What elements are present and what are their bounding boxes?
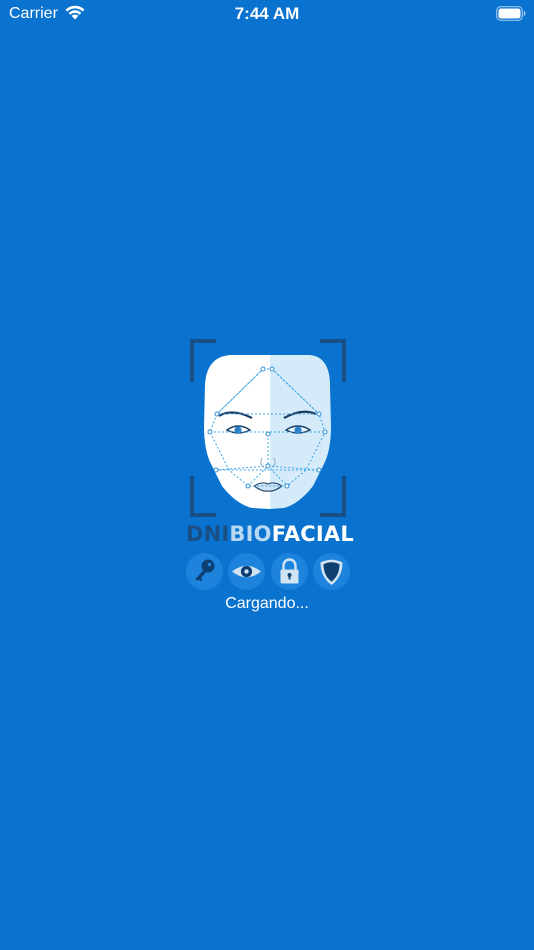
brand-dni: DNI — [186, 522, 230, 546]
loading-label: Cargando... — [225, 595, 309, 612]
status-time: 7:44 AM — [234, 4, 300, 23]
face-scan-logo — [190, 339, 346, 517]
brand-bio: BIO — [229, 522, 272, 546]
brand-facial: FACIAL — [271, 522, 354, 546]
eye-icon — [228, 553, 265, 590]
padlock-icon — [271, 553, 308, 590]
feature-icons-row — [186, 553, 350, 591]
battery-icon — [496, 6, 526, 21]
status-bar: Carrier 7:44 AM — [0, 0, 534, 30]
shield-icon — [313, 553, 350, 590]
key-icon — [186, 553, 223, 590]
brand-wordmark: DNIBIOFACIAL — [186, 521, 354, 547]
